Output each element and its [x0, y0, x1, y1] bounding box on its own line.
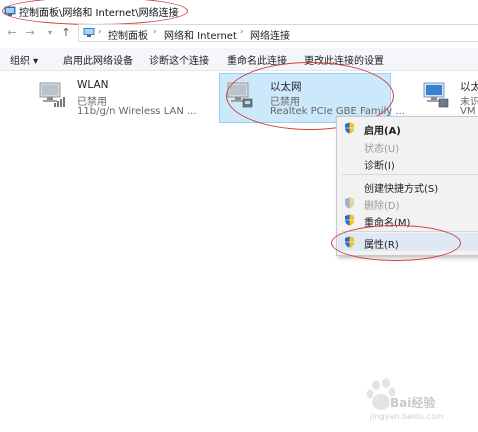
properties-annotation-circle [331, 225, 461, 261]
breadcrumb-separator-icon: › [98, 27, 102, 37]
control-panel-icon [83, 28, 95, 37]
adapter-description: 11b/g/n Wireless LAN ... [77, 106, 197, 117]
menu-item-enable[interactable]: 启用(A) [364, 122, 401, 137]
adapter-name: WLAN [77, 79, 109, 91]
breadcrumb-separator-icon: › [240, 27, 244, 37]
back-arrow-icon[interactable]: ← [6, 26, 18, 40]
watermark-url: jingyan.baidu.com [370, 412, 444, 421]
menu-item-create-shortcut[interactable]: 创建快捷方式(S) [364, 180, 438, 195]
forward-arrow-icon[interactable]: → [24, 26, 36, 40]
adapter-name: 以太 [460, 81, 478, 93]
breadcrumb-network-internet[interactable]: 网络和 Internet [164, 27, 237, 42]
uac-shield-icon [345, 197, 354, 209]
uac-shield-icon [345, 122, 354, 134]
recent-dropdown-icon[interactable]: ▾ [44, 26, 56, 40]
menu-item-delete[interactable]: 删除(D) [364, 197, 400, 212]
up-arrow-icon[interactable]: ↑ [60, 26, 72, 40]
menu-item-status[interactable]: 状态(U) [364, 140, 399, 155]
breadcrumb-control-panel[interactable]: 控制面板 [108, 27, 148, 42]
control-panel-icon [4, 6, 16, 16]
wireless-adapter-icon [39, 82, 65, 107]
menu-separator [342, 174, 478, 175]
watermark-brand: Bai经验 [390, 396, 436, 410]
ethernet-adapter-icon [423, 82, 449, 108]
breadcrumb-separator-icon: › [153, 27, 157, 37]
diagnose-connection-button[interactable]: 诊断这个连接 [149, 52, 209, 67]
uac-shield-icon [345, 214, 354, 226]
organize-menu-button[interactable]: 组织 ▾ [10, 52, 38, 67]
enable-device-button[interactable]: 启用此网络设备 [63, 52, 133, 67]
menu-item-diagnose[interactable]: 诊断(I) [364, 157, 395, 172]
window-title: 控制面板\网络和 Internet\网络连接 [19, 8, 179, 19]
breadcrumb-network-connections[interactable]: 网络连接 [250, 27, 290, 42]
